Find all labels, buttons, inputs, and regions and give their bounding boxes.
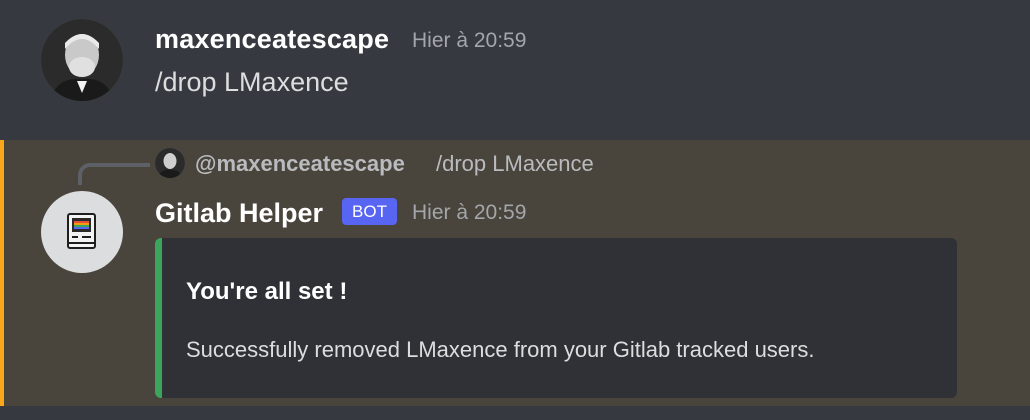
reply-spine — [78, 163, 150, 185]
chat-messages: maxenceatescape Hier à 20:59 /drop LMaxe… — [0, 0, 1030, 420]
bot-embed: You're all set ! Successfully removed LM… — [155, 238, 957, 398]
bot-message-timestamp: Hier à 20:59 — [412, 201, 527, 224]
reply-mention-user[interactable]: @maxenceatescape — [195, 148, 405, 180]
bot-author[interactable]: Gitlab Helper — [155, 196, 323, 230]
embed-description: Successfully removed LMaxence from your … — [186, 337, 815, 362]
bot-avatar[interactable] — [41, 191, 123, 273]
user-avatar-photo-icon — [41, 19, 123, 101]
reply-avatar-photo-icon — [155, 148, 185, 178]
message-author[interactable]: maxenceatescape — [155, 22, 389, 56]
message-timestamp: Hier à 20:59 — [412, 29, 527, 52]
message-1: maxenceatescape Hier à 20:59 /drop LMaxe… — [0, 0, 1030, 140]
bot-badge: BOT — [342, 198, 397, 225]
embed-title: You're all set ! — [186, 278, 348, 305]
reply-avatar[interactable] — [155, 148, 185, 178]
message-content: /drop LMaxence — [155, 67, 349, 97]
user-avatar[interactable] — [41, 19, 123, 101]
reply-preview-text[interactable]: /drop LMaxence — [436, 148, 594, 180]
retro-computer-icon — [67, 213, 96, 249]
